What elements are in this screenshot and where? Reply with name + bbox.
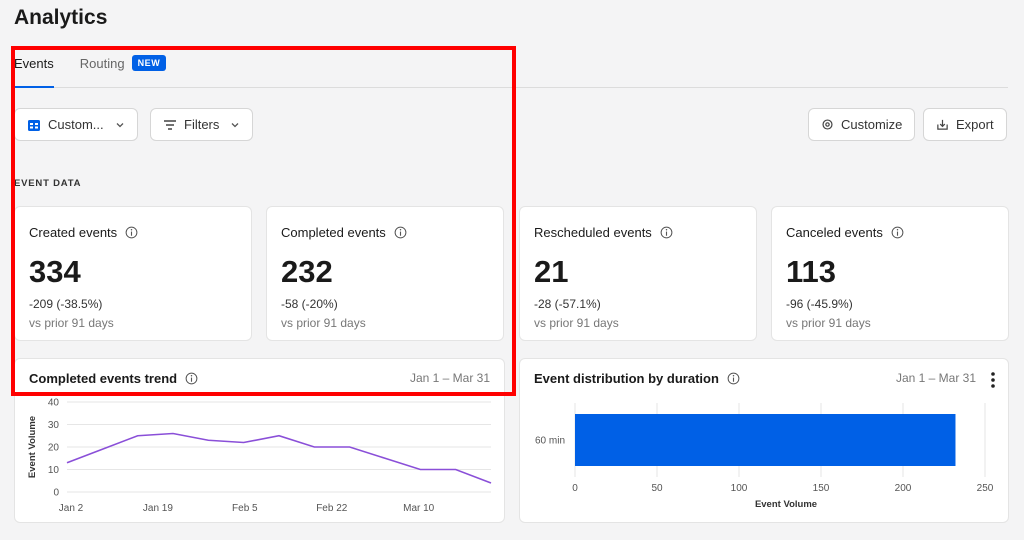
stat-title-text: Created events: [29, 225, 118, 240]
date-range-dropdown[interactable]: Custom...: [14, 108, 138, 141]
tab-routing[interactable]: Routing NEW: [80, 46, 167, 88]
calendar-icon: [27, 118, 41, 132]
stat-title: Completed events: [281, 225, 407, 240]
distribution-bar-chart: 0 50 100 150 200 250 60 min Event Volume: [535, 403, 994, 510]
customize-label: Customize: [841, 117, 903, 132]
distribution-chart-card: Event distribution by duration Jan 1 – M…: [519, 358, 1009, 523]
y-tick-label: 10: [48, 465, 60, 476]
x-tick-label: 150: [813, 483, 830, 494]
stat-prior: vs prior 91 days: [281, 316, 366, 330]
stat-card-rescheduled: Rescheduled events 21 -28 (-57.1%) vs pr…: [519, 206, 757, 341]
x-axis-label: Event Volume: [755, 499, 817, 510]
x-tick-label: Jan 2: [59, 503, 84, 514]
stat-title-text: Rescheduled events: [534, 225, 652, 240]
info-icon[interactable]: [394, 226, 407, 239]
customize-button[interactable]: Customize: [808, 108, 916, 141]
y-axis-label: Event Volume: [27, 416, 38, 478]
stat-change: -209 (-38.5%): [29, 297, 103, 311]
tab-events-label: Events: [14, 56, 54, 71]
y-tick-label: 40: [48, 398, 60, 409]
stat-value: 232: [281, 254, 333, 289]
export-icon: [936, 118, 949, 131]
section-label: EVENT DATA: [14, 178, 82, 189]
info-icon[interactable]: [660, 226, 673, 239]
info-icon[interactable]: [125, 226, 138, 239]
x-tick-label: 200: [895, 483, 912, 494]
stat-card-canceled: Canceled events 113 -96 (-45.9%) vs prio…: [771, 206, 1009, 341]
stat-title: Created events: [29, 225, 138, 240]
stat-title: Rescheduled events: [534, 225, 673, 240]
filters-label: Filters: [184, 117, 220, 132]
x-tick-label: 250: [977, 483, 994, 494]
stat-value: 334: [29, 254, 81, 289]
x-tick-label: 50: [651, 483, 663, 494]
stat-title-text: Completed events: [281, 225, 386, 240]
stat-title-text: Canceled events: [786, 225, 883, 240]
stat-change: -28 (-57.1%): [534, 297, 601, 311]
trend-chart-card: Completed events trend Jan 1 – Mar 31 01…: [14, 358, 505, 523]
bar-60-min: [575, 414, 956, 466]
page-title: Analytics: [14, 6, 108, 29]
x-tick-label: Jan 19: [143, 503, 173, 514]
trend-series-line: [66, 432, 492, 484]
chevron-down-icon: [230, 120, 240, 130]
trend-line-chart: 0 10 20 30 40 Event Volume Jan 2 Jan 19 Feb 5 Feb…: [27, 398, 492, 514]
stat-prior: vs prior 91 days: [786, 316, 871, 330]
x-tick-label: Mar 10: [403, 503, 435, 514]
x-tick-label: Feb 5: [232, 503, 258, 514]
stat-value: 21: [534, 254, 569, 289]
filters-button[interactable]: Filters: [150, 108, 254, 141]
stat-title: Canceled events: [786, 225, 904, 240]
y-tick-label: 20: [48, 443, 60, 454]
export-button[interactable]: Export: [923, 108, 1007, 141]
x-tick-label: 100: [731, 483, 748, 494]
tab-routing-label: Routing: [79, 56, 125, 71]
stat-prior: vs prior 91 days: [29, 316, 114, 330]
y-tick-label: 30: [48, 420, 60, 431]
gear-icon: [821, 118, 834, 131]
stat-change: -58 (-20%): [281, 297, 338, 311]
info-icon[interactable]: [891, 226, 904, 239]
tab-bar: Events Routing NEW: [14, 46, 1008, 88]
date-range-label: Custom...: [48, 117, 104, 132]
export-label: Export: [956, 117, 994, 132]
stat-value: 113: [786, 254, 837, 289]
stat-prior: vs prior 91 days: [534, 316, 619, 330]
x-tick-label: Feb 22: [316, 503, 348, 514]
category-label: 60 min: [535, 436, 565, 447]
stat-card-created: Created events 334 -209 (-38.5%) vs prio…: [14, 206, 252, 341]
stat-change: -96 (-45.9%): [786, 297, 853, 311]
stat-card-completed: Completed events 232 -58 (-20%) vs prior…: [266, 206, 504, 341]
y-tick-label: 0: [53, 488, 59, 499]
x-tick-label: 0: [572, 483, 578, 494]
tab-events[interactable]: Events: [14, 46, 54, 88]
chevron-down-icon: [115, 120, 125, 130]
new-badge: NEW: [131, 55, 167, 71]
filter-icon: [163, 119, 177, 131]
